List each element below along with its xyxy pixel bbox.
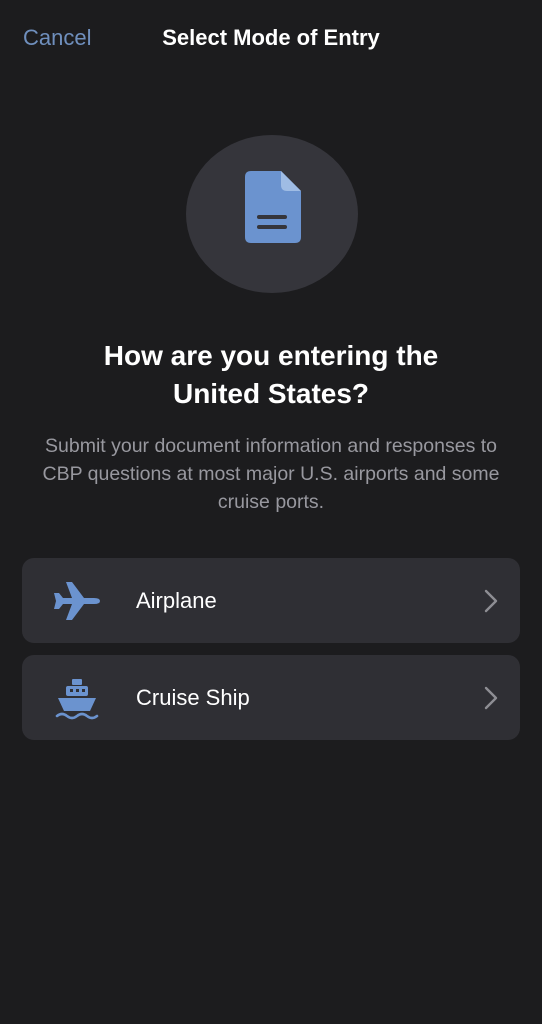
hero-icon-circle: [186, 135, 358, 293]
chevron-right-icon: [484, 686, 498, 710]
description-line-2: CBP questions at most major U.S. airport…: [42, 463, 500, 485]
description-text: Submit your document information and res…: [12, 432, 530, 516]
cruise-ship-icon: [55, 679, 99, 720]
airplane-icon: [54, 582, 100, 620]
navigation-bar: Cancel Select Mode of Entry: [0, 0, 542, 80]
select-mode-of-entry-screen: Cancel Select Mode of Entry How are you …: [0, 0, 542, 1024]
description-line-3: cruise ports.: [217, 491, 325, 513]
cruise-ship-option-label: Cruise Ship: [136, 685, 250, 710]
cruise-ship-option[interactable]: Cruise Ship: [22, 655, 520, 740]
airplane-option[interactable]: Airplane: [22, 558, 520, 643]
headline-line-2: United States?: [172, 378, 370, 409]
headline: How are you entering the United States?: [0, 337, 542, 413]
description-line-1: Submit your document information and res…: [45, 435, 497, 457]
headline-line-1: How are you entering the: [103, 340, 439, 371]
document-icon: [245, 171, 301, 243]
page-title: Select Mode of Entry: [162, 25, 380, 50]
chevron-right-icon: [484, 589, 498, 613]
airplane-option-label: Airplane: [136, 588, 217, 613]
